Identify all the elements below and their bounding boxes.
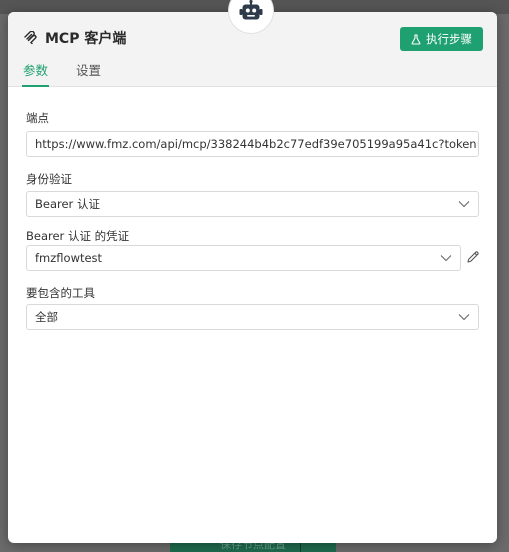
tools-value: 全部 — [35, 310, 58, 324]
mcp-icon — [24, 31, 37, 45]
robot-icon — [239, 0, 263, 20]
auth-value: Bearer 认证 — [35, 197, 100, 211]
execute-step-button[interactable]: 执行步骤 — [400, 27, 483, 51]
credential-select[interactable]: fmzflowtest — [26, 245, 461, 271]
dialog-title: MCP 客户端 — [45, 31, 127, 47]
tab-settings[interactable]: 设置 — [76, 62, 101, 87]
chevron-down-icon — [440, 255, 452, 262]
execute-step-label: 执行步骤 — [426, 32, 472, 46]
endpoint-value: https://www.fmz.com/api/mcp/338244b4b2c7… — [35, 137, 478, 151]
tab-bar: 参数 设置 — [21, 62, 101, 87]
mcp-client-dialog: MCP 客户端 执行步骤 参数 设置 端点 https://www.fmz.co… — [8, 12, 497, 543]
chevron-down-icon — [458, 201, 470, 208]
auth-label: 身份验证 — [26, 172, 72, 186]
tools-select[interactable]: 全部 — [26, 304, 479, 330]
pencil-icon[interactable] — [466, 250, 480, 264]
flask-icon — [411, 33, 421, 45]
endpoint-label: 端点 — [26, 111, 49, 125]
tools-label: 要包含的工具 — [26, 286, 95, 300]
chevron-down-icon — [458, 314, 470, 321]
credential-label: Bearer 认证 的凭证 — [26, 229, 130, 243]
tab-parameters[interactable]: 参数 — [21, 62, 50, 87]
title-row: MCP 客户端 — [23, 28, 126, 48]
endpoint-input[interactable]: https://www.fmz.com/api/mcp/338244b4b2c7… — [26, 131, 479, 157]
credential-value: fmzflowtest — [35, 251, 103, 265]
auth-select[interactable]: Bearer 认证 — [26, 191, 479, 217]
